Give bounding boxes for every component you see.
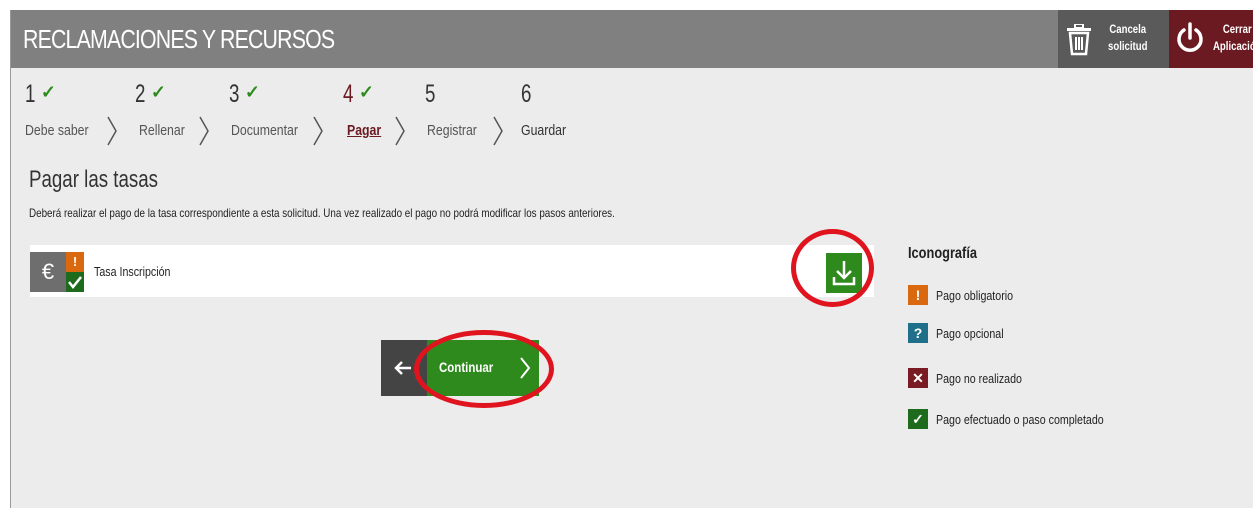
fee-label: Tasa Inscripción xyxy=(94,264,171,279)
legend-label: Pago opcional xyxy=(936,326,1004,341)
step-label-pagar[interactable]: Pagar xyxy=(347,122,381,139)
step-label-debe-saber[interactable]: Debe saber xyxy=(25,122,89,139)
wizard-steps: 1 ✓ Debe saber 2 ✓ Rellenar 3 ✓ Documentar … xyxy=(25,80,625,160)
question-icon: ? xyxy=(908,323,928,343)
check-icon: ✓ xyxy=(908,409,928,429)
step-number: 3 xyxy=(229,80,240,108)
highlight-ring xyxy=(414,330,554,408)
step-number: 6 xyxy=(521,80,532,108)
app-title: RECLAMACIONES Y RECURSOS xyxy=(23,24,335,54)
paid-check-icon xyxy=(66,272,84,292)
step-label-documentar[interactable]: Documentar xyxy=(231,122,298,139)
trash-icon xyxy=(1067,24,1091,56)
cancel-request-button[interactable]: Cancela solicitud xyxy=(1058,10,1169,68)
step-1[interactable]: 1 ✓ xyxy=(25,80,56,109)
check-icon: ✓ xyxy=(150,82,166,102)
step-label-rellenar[interactable]: Rellenar xyxy=(139,122,185,139)
legend-title: Iconografía xyxy=(908,245,977,262)
step-number: 1 xyxy=(25,80,36,108)
legend-label: Pago no realizado xyxy=(936,371,1022,386)
legend-label: Pago obligatorio xyxy=(936,288,1014,303)
chevron-right-icon xyxy=(395,116,405,146)
close-application-label: Cerrar Aplicación xyxy=(1213,22,1253,53)
step-label-guardar[interactable]: Guardar xyxy=(521,122,566,139)
chevron-right-icon xyxy=(493,116,503,146)
chevron-right-icon xyxy=(107,116,117,146)
power-icon xyxy=(1177,22,1203,52)
app-header: RECLAMACIONES Y RECURSOS Cancela solicit… xyxy=(11,10,1253,68)
page-title: Pagar las tasas xyxy=(29,166,159,193)
check-icon: ✓ xyxy=(40,82,56,102)
cancel-request-label: Cancela solicitud xyxy=(1108,22,1148,53)
page-description: Deberá realizar el pago de la tasa corre… xyxy=(29,206,615,220)
step-2[interactable]: 2 ✓ xyxy=(135,80,166,109)
step-label-registrar[interactable]: Registrar xyxy=(427,122,477,139)
step-6[interactable]: 6 xyxy=(521,80,535,109)
step-number: 2 xyxy=(135,80,146,108)
app-window: RECLAMACIONES Y RECURSOS Cancela solicit… xyxy=(10,10,1253,508)
check-icon: ✓ xyxy=(358,82,374,102)
mandatory-icon: ! xyxy=(66,252,84,272)
check-icon: ✓ xyxy=(244,82,260,102)
step-3[interactable]: 3 ✓ xyxy=(229,80,260,109)
cross-icon: ✕ xyxy=(908,368,928,388)
close-application-button[interactable]: Cerrar Aplicación xyxy=(1169,10,1253,68)
step-5[interactable]: 5 xyxy=(425,80,439,109)
step-number: 5 xyxy=(425,80,436,108)
chevron-right-icon xyxy=(313,116,323,146)
euro-icon: € xyxy=(30,252,66,292)
fee-row: € ! Tasa Inscripción xyxy=(30,245,874,297)
step-4[interactable]: 4 ✓ xyxy=(343,80,374,109)
mandatory-icon: ! xyxy=(908,285,928,305)
step-number: 4 xyxy=(343,80,354,108)
chevron-right-icon xyxy=(199,116,209,146)
legend-label: Pago efectuado o paso completado xyxy=(936,412,1104,427)
highlight-ring xyxy=(791,229,874,307)
